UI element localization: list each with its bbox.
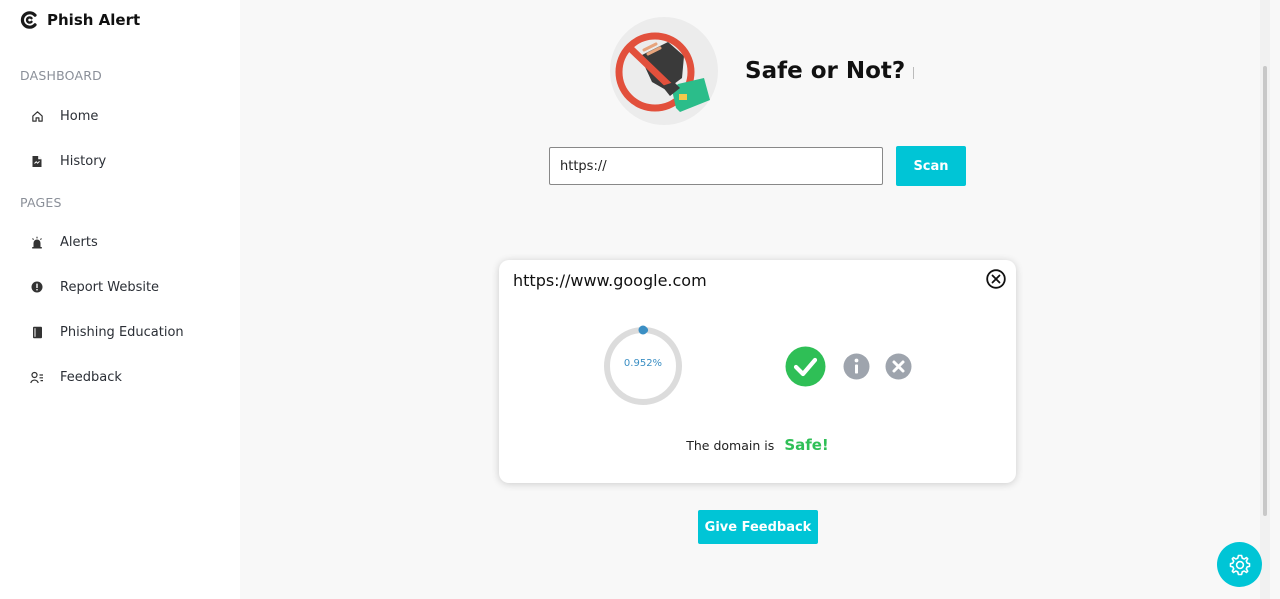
verdict-value: Safe!: [784, 436, 829, 454]
sidebar: Phish Alert DASHBOARD Home History PAGES…: [0, 0, 240, 599]
section-label-dashboard: DASHBOARD: [20, 68, 102, 83]
sidebar-item-phishing-education[interactable]: Phishing Education: [30, 320, 184, 344]
result-url: https://www.google.com: [513, 271, 707, 290]
sidebar-item-home[interactable]: Home: [30, 104, 98, 128]
sidebar-item-label: Feedback: [60, 369, 122, 385]
settings-button[interactable]: [1217, 542, 1262, 587]
text-cursor: [913, 67, 914, 79]
score-label: 0.952%: [623, 358, 663, 369]
url-input[interactable]: [549, 147, 883, 185]
brand[interactable]: Phish Alert: [20, 11, 140, 29]
gear-icon: [1229, 554, 1250, 575]
verdict-prefix: The domain is: [686, 438, 775, 453]
alarm-icon: [30, 235, 44, 249]
exclamation-circle-icon: [30, 280, 44, 294]
sidebar-item-feedback[interactable]: Feedback: [30, 365, 122, 389]
sidebar-item-label: History: [60, 153, 107, 169]
hero-title: Safe or Not?: [745, 58, 906, 84]
document-icon: [30, 154, 44, 168]
section-label-pages: PAGES: [20, 195, 62, 210]
sidebar-item-label: Phishing Education: [60, 324, 184, 340]
home-icon: [30, 109, 44, 123]
no-phishing-hand-card-icon: [610, 17, 718, 125]
verdict-row: The domain is Safe!: [499, 435, 1016, 454]
scrollbar[interactable]: [1260, 0, 1270, 599]
result-card: https://www.google.com 0.952% The domain…: [499, 260, 1016, 483]
app-name: Phish Alert: [47, 11, 141, 29]
book-icon: [30, 325, 44, 339]
give-feedback-button[interactable]: Give Feedback: [698, 510, 818, 544]
sidebar-item-history[interactable]: History: [30, 149, 106, 173]
main-content: Safe or Not? Scan https://www.google.com…: [240, 0, 1270, 599]
logo-icon: [20, 11, 37, 29]
close-icon[interactable]: [986, 269, 1006, 289]
scrollbar-thumb[interactable]: [1263, 66, 1267, 516]
sidebar-item-label: Alerts: [60, 234, 98, 250]
check-circle-icon: [785, 346, 826, 387]
info-circle-icon: [843, 353, 870, 380]
sidebar-item-alerts[interactable]: Alerts: [30, 230, 98, 254]
user-list-icon: [30, 370, 44, 384]
scan-button[interactable]: Scan: [896, 146, 966, 186]
sidebar-item-label: Report Website: [60, 279, 160, 295]
sidebar-item-label: Home: [60, 108, 99, 124]
x-circle-icon: [885, 353, 912, 380]
sidebar-item-report-website[interactable]: Report Website: [30, 275, 159, 299]
